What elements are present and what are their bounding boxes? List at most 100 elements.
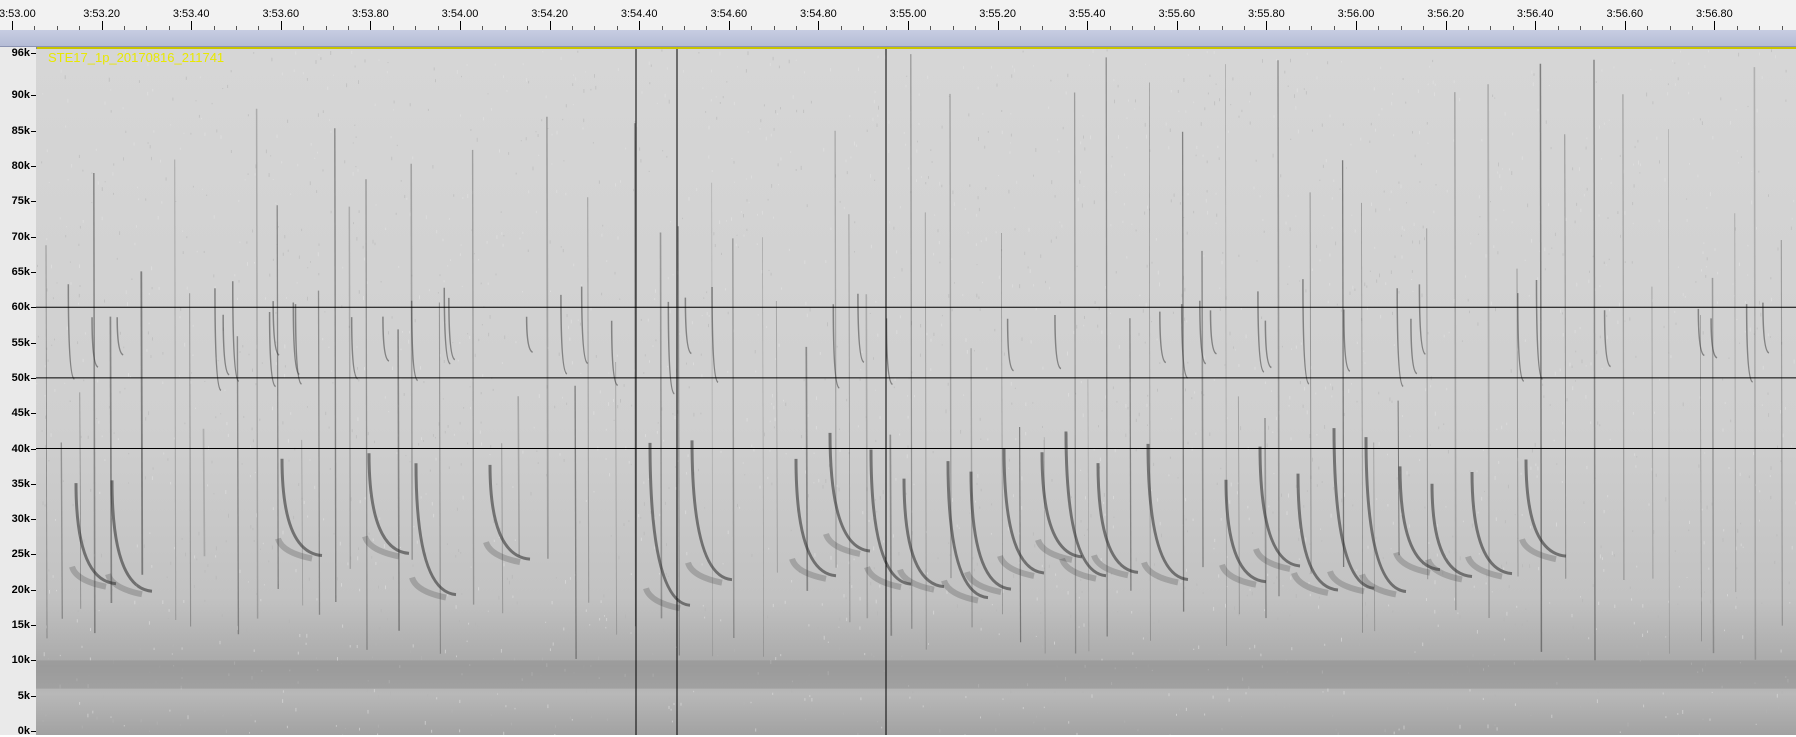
noise-speck bbox=[1407, 471, 1408, 474]
noise-speck bbox=[413, 564, 414, 566]
time-ruler[interactable]: 3:53.003:53.203:53.403:53.603:53.803:54.… bbox=[0, 0, 1796, 31]
noise-speck bbox=[314, 158, 315, 159]
noise-speck bbox=[1495, 476, 1496, 480]
noise-speck bbox=[1768, 194, 1769, 197]
noise-speck bbox=[1297, 88, 1298, 92]
noise-speck bbox=[461, 463, 462, 465]
noise-speck bbox=[1791, 227, 1792, 230]
noise-speck bbox=[421, 437, 422, 440]
noise-speck bbox=[594, 74, 595, 78]
noise-speck bbox=[1762, 76, 1763, 79]
noise-speck bbox=[287, 726, 288, 728]
noise-speck bbox=[980, 717, 981, 719]
noise-speck bbox=[359, 728, 360, 731]
noise-speck bbox=[190, 133, 191, 135]
noise-speck bbox=[1534, 73, 1535, 76]
noise-speck bbox=[1147, 395, 1148, 397]
noise-speck bbox=[330, 131, 331, 133]
noise-speck bbox=[269, 274, 270, 277]
noise-speck bbox=[162, 600, 163, 604]
frequency-axis[interactable]: 96k90k85k80k75k70k65k60k55k50k45k40k35k3… bbox=[0, 47, 37, 735]
noise-speck bbox=[877, 124, 878, 128]
noise-speck bbox=[1624, 211, 1625, 215]
noise-speck bbox=[563, 636, 564, 637]
noise-speck bbox=[1535, 464, 1536, 466]
noise-speck bbox=[1435, 84, 1436, 86]
noise-speck bbox=[780, 654, 781, 656]
noise-speck bbox=[1683, 403, 1684, 407]
noise-speck bbox=[810, 308, 811, 312]
noise-speck bbox=[843, 712, 844, 714]
noise-speck bbox=[1509, 585, 1510, 588]
noise-speck bbox=[1756, 724, 1757, 725]
noise-speck bbox=[1139, 413, 1140, 417]
noise-speck bbox=[458, 360, 459, 362]
noise-speck bbox=[1187, 232, 1188, 235]
noise-speck bbox=[583, 89, 584, 93]
noise-speck bbox=[1675, 550, 1676, 552]
noise-speck bbox=[1633, 223, 1634, 224]
time-major-tick bbox=[191, 21, 192, 30]
noise-speck bbox=[1060, 301, 1061, 303]
noise-speck bbox=[1427, 143, 1428, 144]
noise-speck bbox=[813, 482, 814, 483]
noise-speck bbox=[49, 590, 50, 594]
freq-tick-label: 90k bbox=[12, 89, 30, 101]
noise-speck bbox=[1454, 80, 1455, 83]
noise-speck bbox=[273, 507, 274, 510]
noise-speck bbox=[1399, 291, 1400, 294]
noise-speck bbox=[204, 381, 205, 382]
noise-speck bbox=[662, 150, 663, 151]
noise-speck bbox=[125, 131, 126, 133]
noise-speck bbox=[905, 144, 906, 146]
noise-speck bbox=[502, 362, 503, 364]
noise-speck bbox=[968, 232, 969, 234]
noise-speck bbox=[789, 249, 790, 251]
noise-speck bbox=[1484, 491, 1485, 492]
noise-speck bbox=[875, 499, 876, 501]
noise-speck bbox=[396, 213, 397, 215]
noise-speck bbox=[1720, 97, 1721, 100]
noise-speck bbox=[906, 493, 907, 495]
noise-speck bbox=[1310, 594, 1311, 596]
noise-speck bbox=[1127, 635, 1128, 637]
noise-speck bbox=[1370, 271, 1371, 272]
noise-speck bbox=[372, 657, 373, 659]
noise-speck bbox=[604, 615, 605, 617]
noise-speck bbox=[511, 723, 512, 726]
noise-speck bbox=[1584, 194, 1585, 196]
noise-speck bbox=[1446, 388, 1447, 390]
noise-speck bbox=[504, 563, 505, 566]
noise-speck bbox=[457, 508, 458, 511]
noise-speck bbox=[653, 345, 654, 347]
noise-speck bbox=[288, 439, 289, 443]
timeline-quick-play-bar[interactable] bbox=[0, 30, 1796, 47]
noise-speck bbox=[1087, 529, 1088, 531]
noise-speck bbox=[1425, 388, 1426, 391]
noise-speck bbox=[325, 412, 326, 415]
noise-speck bbox=[978, 297, 979, 299]
noise-speck bbox=[425, 721, 426, 725]
noise-speck bbox=[1413, 291, 1414, 292]
noise-speck bbox=[80, 226, 81, 229]
noise-speck bbox=[973, 557, 974, 560]
noise-speck bbox=[758, 314, 759, 315]
noise-speck bbox=[883, 490, 884, 494]
noise-speck bbox=[303, 72, 304, 74]
noise-speck bbox=[840, 449, 841, 452]
noise-speck bbox=[187, 287, 188, 290]
noise-speck bbox=[1493, 245, 1494, 248]
noise-speck bbox=[1665, 716, 1666, 718]
noise-speck bbox=[515, 708, 516, 710]
noise-speck bbox=[1186, 569, 1187, 572]
noise-speck bbox=[1640, 164, 1641, 167]
noise-speck bbox=[877, 721, 878, 722]
noise-speck bbox=[470, 386, 471, 387]
noise-speck bbox=[1406, 202, 1407, 203]
noise-speck bbox=[263, 543, 264, 544]
noise-speck bbox=[1695, 281, 1696, 283]
noise-speck bbox=[824, 636, 825, 640]
noise-speck bbox=[1566, 218, 1567, 221]
noise-speck bbox=[762, 270, 763, 273]
spectrogram-view[interactable] bbox=[36, 49, 1796, 735]
